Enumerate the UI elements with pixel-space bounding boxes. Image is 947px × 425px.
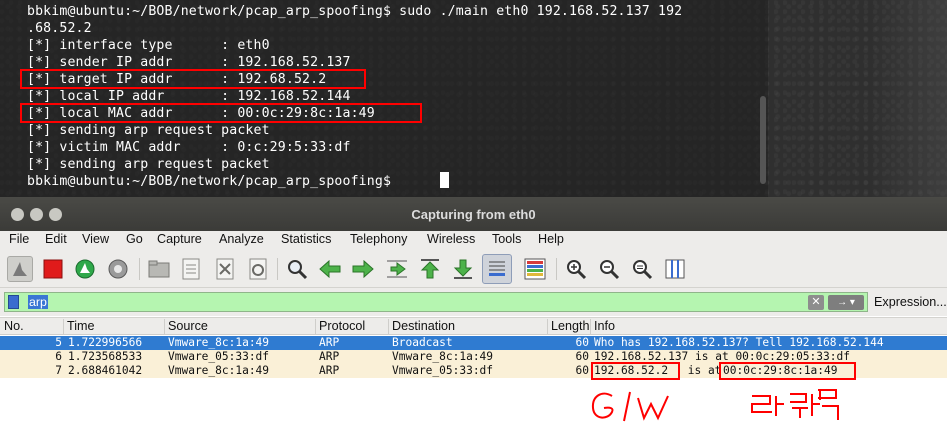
menu-telephony[interactable]: Telephony (350, 232, 407, 246)
packet-protocol: ARP (319, 364, 340, 377)
display-filter-value[interactable]: arp (28, 295, 48, 309)
terminal-prompt[interactable]: bbkim@ubuntu:~/BOB/network/pcap_arp_spoo… (27, 173, 399, 190)
packet-source: Vmware_05:33:df (168, 350, 270, 363)
wireshark-titlebar[interactable]: Capturing from eth0 (0, 197, 947, 231)
column-header-source[interactable]: Source (164, 319, 315, 335)
expression-button[interactable]: Expression... (874, 295, 947, 309)
capture-options-gear-icon[interactable] (105, 256, 131, 282)
terminal-line-sending-1: [*] sending arp request packet (27, 123, 270, 138)
packet-length: 60 (575, 350, 589, 363)
display-filter-bar: arp ✕ → ▾ Expression... (0, 288, 947, 316)
reload-file-icon[interactable] (245, 256, 271, 282)
column-header-length[interactable]: Length (547, 319, 590, 335)
packet-length: 60 (575, 336, 589, 349)
terminal-window: bbkim@ubuntu:~/BOB/network/pcap_arp_spoo… (0, 0, 947, 197)
column-header-time[interactable]: Time (63, 319, 164, 335)
toolbar-separator (277, 258, 278, 280)
packet-source: Vmware_8c:1a:49 (168, 336, 270, 349)
highlight-gateway-ip (591, 362, 680, 380)
go-last-icon[interactable] (450, 256, 476, 282)
terminal-cursor (440, 172, 449, 188)
packet-destination: Broadcast (392, 336, 453, 349)
terminal-line-victim-mac: [*] victim MAC addr : 0:c:29:5:33:df (27, 140, 351, 155)
save-file-icon[interactable] (178, 256, 204, 282)
menu-tools[interactable]: Tools (492, 232, 521, 246)
menu-analyze[interactable]: Analyze (219, 232, 264, 246)
packet-time: 1.722996566 (68, 336, 143, 349)
terminal-text-area[interactable]: bbkim@ubuntu:~/BOB/network/pcap_arp_spoo… (0, 0, 768, 197)
zoom-out-icon[interactable] (596, 256, 622, 282)
menu-edit[interactable]: Edit (45, 232, 67, 246)
menu-bar: File Edit View Go Capture Analyze Statis… (0, 231, 947, 250)
column-header-destination[interactable]: Destination (388, 319, 547, 335)
filter-bookmark-icon[interactable] (8, 295, 19, 309)
menu-wireless[interactable]: Wireless (427, 232, 475, 246)
column-header-info[interactable]: Info (590, 319, 947, 335)
open-folder-icon[interactable] (146, 256, 172, 282)
resize-columns-icon[interactable] (662, 256, 688, 282)
go-forward-icon[interactable] (350, 256, 376, 282)
clear-filter-icon[interactable]: ✕ (808, 295, 824, 310)
main-toolbar (0, 250, 947, 288)
highlight-local-mac-reply (719, 362, 856, 380)
go-back-icon[interactable] (317, 256, 343, 282)
menu-help[interactable]: Help (538, 232, 564, 246)
autoscroll-icon[interactable] (482, 254, 512, 284)
window-title: Capturing from eth0 (411, 207, 536, 222)
stop-capture-icon[interactable] (40, 256, 66, 282)
terminal-line-command-wrap: .68.52.2 (27, 21, 92, 36)
packet-destination: Vmware_05:33:df (392, 364, 494, 377)
packet-destination: Vmware_8c:1a:49 (392, 350, 494, 363)
terminal-line-interface: [*] interface type : eth0 (27, 38, 270, 53)
packet-no: 5 (55, 336, 62, 349)
packet-no: 7 (55, 364, 62, 377)
packet-row-selected[interactable]: 5 1.722996566 Vmware_8c:1a:49 ARP Broadc… (0, 336, 947, 350)
terminal-background-texture (870, 0, 947, 197)
packet-info: Who has 192.168.52.137? Tell 192.168.52.… (594, 336, 884, 349)
colorize-icon[interactable] (522, 256, 548, 282)
menu-file[interactable]: File (9, 232, 29, 246)
close-file-icon[interactable] (212, 256, 238, 282)
find-packet-icon[interactable] (284, 256, 310, 282)
apply-filter-button[interactable]: → ▾ (828, 295, 864, 310)
menu-statistics[interactable]: Statistics (281, 232, 331, 246)
menu-capture[interactable]: Capture (157, 232, 202, 246)
column-header-no[interactable]: No. (0, 319, 63, 335)
menu-go[interactable]: Go (126, 232, 143, 246)
shark-fin-start-icon[interactable] (7, 256, 33, 282)
zoom-in-icon[interactable] (563, 256, 589, 282)
packet-protocol: ARP (319, 336, 340, 349)
toolbar-separator (556, 258, 557, 280)
toolbar-separator (139, 258, 140, 280)
packet-time: 1.723568533 (68, 350, 143, 363)
packet-protocol: ARP (319, 350, 340, 363)
highlight-target-ip (20, 69, 366, 89)
handwritten-gw-annotation (591, 391, 669, 422)
packet-source: Vmware_8c:1a:49 (168, 364, 270, 377)
packet-list-header: No. Time Source Protocol Destination Len… (0, 317, 947, 335)
packet-no: 6 (55, 350, 62, 363)
highlight-local-mac (20, 103, 422, 123)
zoom-normal-icon[interactable] (629, 256, 655, 282)
packet-length: 60 (575, 364, 589, 377)
display-filter-input[interactable]: arp ✕ → ▾ (4, 292, 868, 312)
terminal-line-command: bbkim@ubuntu:~/BOB/network/pcap_arp_spoo… (27, 4, 683, 19)
go-to-packet-icon[interactable] (384, 256, 410, 282)
handwritten-local-mac-annotation (751, 389, 839, 420)
restart-capture-icon[interactable] (72, 256, 98, 282)
terminal-line-sending-2: [*] sending arp request packet (27, 157, 270, 172)
menu-view[interactable]: View (82, 232, 109, 246)
go-first-icon[interactable] (417, 256, 443, 282)
terminal-scrollbar[interactable] (760, 96, 766, 184)
column-header-protocol[interactable]: Protocol (315, 319, 388, 335)
packet-time: 2.688461042 (68, 364, 143, 377)
